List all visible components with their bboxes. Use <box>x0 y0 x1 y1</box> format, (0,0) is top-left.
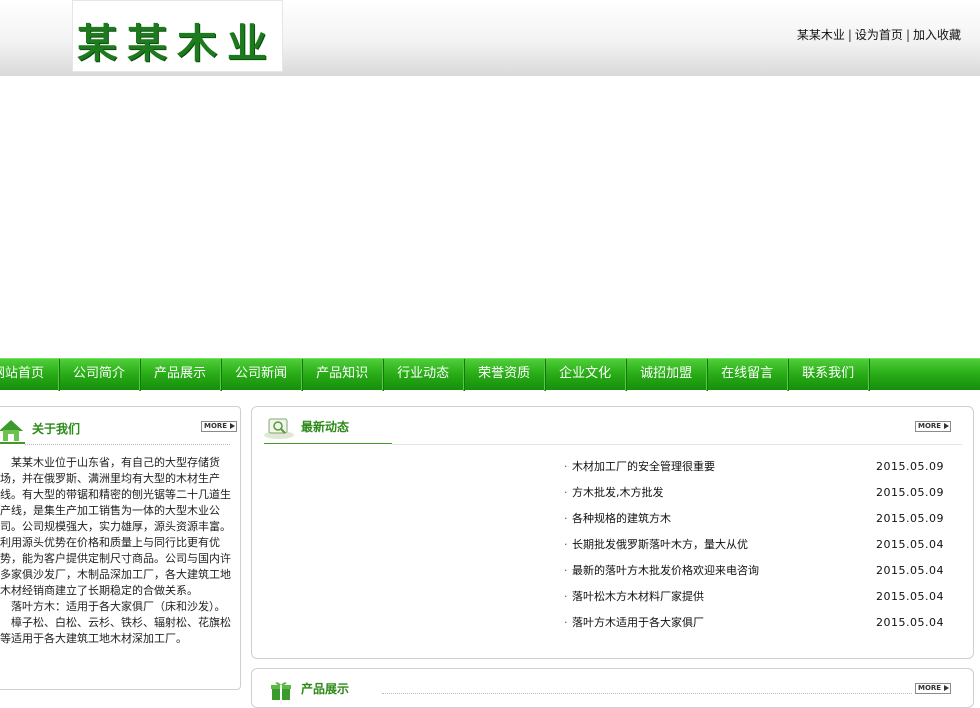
top-link-separator: | <box>847 28 852 42</box>
main-nav: 网站首页 公司简介 产品展示 公司新闻 产品知识 行业动态 荣誉资质 企业文化 … <box>0 358 980 391</box>
bullet: · <box>564 590 568 603</box>
news-item[interactable]: · 各种规格的建筑方木 2015.05.09 <box>564 511 944 537</box>
news-item-title[interactable]: 落叶方木适用于各大家俱厂 <box>572 615 704 631</box>
news-item-date: 2015.05.04 <box>876 564 944 577</box>
arrow-right-icon <box>944 423 949 429</box>
news-item[interactable]: · 最新的落叶方木批发价格欢迎来电咨询 2015.05.04 <box>564 563 944 589</box>
about-text: 某某木业位于山东省，有自己的大型存储货场，并在俄罗斯、满洲里均有大型的木材生产线… <box>0 455 232 647</box>
nav-item-culture[interactable]: 企业文化 <box>545 359 627 391</box>
site-header: 某某木业 某某木业 | 设为首页 | 加入收藏 <box>0 0 980 76</box>
about-paragraph: 落叶方木：适用于各大家俱厂（床和沙发）。 <box>11 600 226 613</box>
news-item[interactable]: · 长期批发俄罗斯落叶木方，量大从优 2015.05.04 <box>564 537 944 563</box>
title-divider <box>382 693 912 694</box>
logo-text: 某某木业 <box>77 20 277 67</box>
news-more-button[interactable]: MORE <box>915 421 951 432</box>
title-divider <box>25 444 230 445</box>
about-title: 关于我们 <box>32 422 81 436</box>
nav-item-franchise[interactable]: 诚招加盟 <box>626 359 708 391</box>
news-item[interactable]: · 木材加工厂的安全管理很重要 2015.05.09 <box>564 459 944 485</box>
top-link-set-homepage[interactable]: 设为首页 <box>855 28 903 42</box>
site-logo[interactable]: 某某木业 <box>72 0 283 72</box>
bullet: · <box>564 538 568 551</box>
house-icon <box>0 420 23 441</box>
nav-item-home[interactable]: 网站首页 <box>0 359 60 391</box>
nav-item-products[interactable]: 产品展示 <box>140 359 222 391</box>
bullet: · <box>564 564 568 577</box>
top-links: 某某木业 | 设为首页 | 加入收藏 <box>797 26 961 43</box>
news-item-title[interactable]: 木材加工厂的安全管理很重要 <box>572 459 715 475</box>
nav-list: 网站首页 公司简介 产品展示 公司新闻 产品知识 行业动态 荣誉资质 企业文化 … <box>0 359 870 391</box>
about-paragraph: 樟子松、白松、云杉、铁杉、辐射松、花旗松等适用于各大建筑工地木材深加工厂。 <box>0 616 231 645</box>
more-label: MORE <box>204 422 228 430</box>
news-list: · 木材加工厂的安全管理很重要 2015.05.09 · 方木批发,木方批发 2… <box>564 459 944 641</box>
products-more-button[interactable]: MORE <box>915 683 951 694</box>
products-panel: 产品展示 MORE <box>251 668 974 708</box>
nav-item-guestbook[interactable]: 在线留言 <box>707 359 789 391</box>
products-title: 产品展示 <box>301 682 350 696</box>
title-underline <box>264 443 392 444</box>
nav-item-industry-news[interactable]: 行业动态 <box>383 359 465 391</box>
nav-item-company-news[interactable]: 公司新闻 <box>221 359 303 391</box>
nav-item-about[interactable]: 公司简介 <box>59 359 141 391</box>
news-panel: 最新动态 MORE · 木材加工厂的安全管理很重要 2015.05.09 · 方… <box>251 406 974 659</box>
top-link-add-favorite[interactable]: 加入收藏 <box>913 28 961 42</box>
bullet: · <box>564 616 568 629</box>
more-label: MORE <box>918 422 942 430</box>
bullet: · <box>564 512 568 525</box>
news-item-title[interactable]: 落叶松木方木材料厂家提供 <box>572 589 704 605</box>
nav-item-contact[interactable]: 联系我们 <box>788 359 870 391</box>
arrow-right-icon <box>944 685 949 691</box>
title-divider <box>392 444 962 445</box>
news-item-title[interactable]: 长期批发俄罗斯落叶木方，量大从优 <box>572 537 748 553</box>
news-item-title[interactable]: 最新的落叶方木批发价格欢迎来电咨询 <box>572 563 759 579</box>
news-item-date: 2015.05.09 <box>876 460 944 473</box>
bullet: · <box>564 486 568 499</box>
news-item-date: 2015.05.04 <box>876 538 944 551</box>
bullet: · <box>564 460 568 473</box>
news-item[interactable]: · 落叶松木方木材料厂家提供 2015.05.04 <box>564 589 944 615</box>
news-item-date: 2015.05.09 <box>876 486 944 499</box>
gift-icon <box>271 682 291 700</box>
banner-area <box>0 76 980 358</box>
about-paragraph: 某某木业位于山东省，有自己的大型存储货场，并在俄罗斯、满洲里均有大型的木材生产线… <box>0 456 231 597</box>
news-icon <box>264 418 294 439</box>
news-title: 最新动态 <box>301 420 350 434</box>
about-more-button[interactable]: MORE <box>201 421 237 432</box>
more-label: MORE <box>918 684 942 692</box>
nav-item-honors[interactable]: 荣誉资质 <box>464 359 546 391</box>
about-panel: 关于我们 MORE 某某木业位于山东省，有自己的大型存储货场，并在俄罗斯、满洲里… <box>0 406 241 690</box>
news-item-title[interactable]: 各种规格的建筑方木 <box>572 511 671 527</box>
arrow-right-icon <box>230 423 235 429</box>
news-item[interactable]: · 落叶方木适用于各大家俱厂 2015.05.04 <box>564 615 944 641</box>
top-link-home-name[interactable]: 某某木业 <box>797 28 845 42</box>
top-link-separator: | <box>905 28 910 42</box>
news-item[interactable]: · 方木批发,木方批发 2015.05.09 <box>564 485 944 511</box>
title-underline <box>0 442 25 444</box>
news-item-date: 2015.05.09 <box>876 512 944 525</box>
nav-item-product-knowledge[interactable]: 产品知识 <box>302 359 384 391</box>
news-item-date: 2015.05.04 <box>876 590 944 603</box>
news-item-date: 2015.05.04 <box>876 616 944 629</box>
news-item-title[interactable]: 方木批发,木方批发 <box>572 485 664 501</box>
